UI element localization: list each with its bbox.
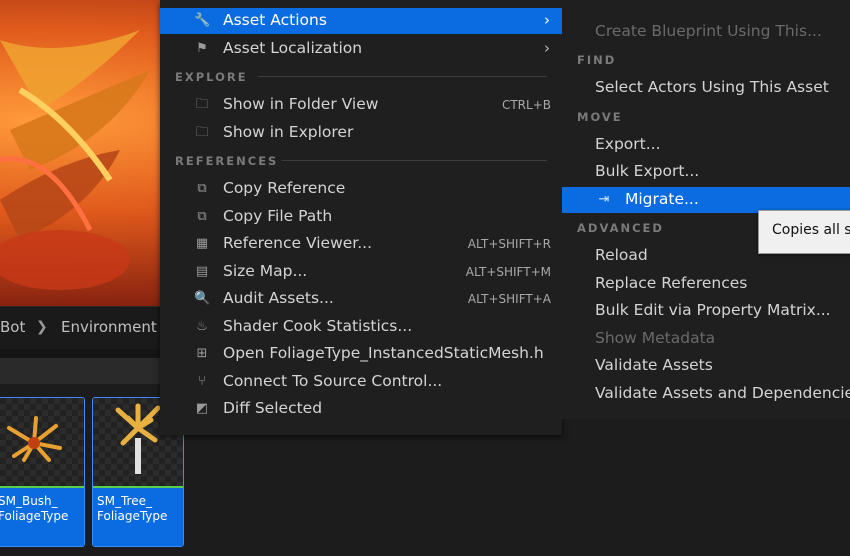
- menu-item-connect-source-control[interactable]: ⑂ Connect To Source Control...: [160, 369, 562, 395]
- menu-item-label: Open FoliageType_InstancedStaticMesh.h: [223, 344, 544, 362]
- cpp-file-icon: ⊞: [196, 346, 208, 361]
- menu-item-label: Show Metadata: [595, 329, 716, 347]
- diff-icon: ◩: [195, 401, 209, 416]
- wrench-icon: 🔧: [194, 13, 211, 28]
- menu-item-asset-localization[interactable]: ⚑ Asset Localization ›: [160, 36, 562, 62]
- chevron-right-icon: ›: [544, 39, 550, 57]
- menu-item-label: Replace References: [595, 274, 748, 292]
- section-header-find: FIND: [577, 53, 617, 67]
- size-map-icon: ▤: [195, 264, 209, 279]
- menu-item-label: Bulk Edit via Property Matrix...: [595, 301, 831, 319]
- menu-item-label: Validate Assets: [595, 356, 713, 374]
- tooltip-text: Copies all s: [772, 222, 850, 238]
- migrate-tooltip: Copies all s: [758, 210, 850, 254]
- menu-item-create-blueprint: Create Blueprint Using This...: [562, 19, 850, 45]
- section-divider: [258, 76, 547, 77]
- copy-icon: ⧉: [197, 209, 207, 224]
- menu-item-label: Reload: [595, 246, 648, 264]
- menu-item-show-in-explorer[interactable]: 🗀 Show in Explorer: [160, 120, 562, 146]
- foliage-preview: [0, 30, 150, 290]
- section-header-references: REFERENCES: [175, 154, 279, 168]
- menu-item-bulk-edit-property-matrix[interactable]: Bulk Edit via Property Matrix...: [562, 298, 850, 324]
- menu-item-label: Migrate...: [625, 190, 699, 208]
- asset-tile-bush[interactable]: SM_Bush_ FoliageType: [0, 397, 85, 547]
- chevron-right-icon: ›: [544, 11, 550, 29]
- menu-item-validate-assets[interactable]: Validate Assets: [562, 353, 850, 379]
- asset-name-line2: FoliageType: [0, 509, 69, 523]
- migrate-icon: ⇥: [598, 192, 610, 207]
- menu-item-label: Connect To Source Control...: [223, 372, 443, 390]
- menu-item-export[interactable]: Export...: [562, 132, 850, 158]
- breadcrumb-segment-bot[interactable]: Bot: [0, 318, 25, 336]
- menu-item-label: Copy File Path: [223, 207, 333, 225]
- context-menu: 🔧 Asset Actions › ⚑ Asset Localization ›…: [160, 0, 562, 435]
- menu-item-label: Copy Reference: [223, 179, 346, 197]
- shortcut-label: ALT+SHIFT+A: [467, 292, 551, 306]
- menu-item-reference-viewer[interactable]: ▦ Reference Viewer... ALT+SHIFT+R: [160, 231, 562, 257]
- shortcut-label: ALT+SHIFT+M: [465, 265, 551, 279]
- menu-item-label: Show in Folder View: [223, 95, 379, 113]
- menu-item-label: Diff Selected: [223, 399, 323, 417]
- asset-label: SM_Bush_ FoliageType: [0, 488, 84, 546]
- menu-item-replace-references[interactable]: Replace References: [562, 271, 850, 297]
- menu-item-label: Bulk Export...: [595, 162, 700, 180]
- menu-item-asset-actions[interactable]: 🔧 Asset Actions ›: [160, 8, 562, 34]
- menu-item-copy-reference[interactable]: ⧉ Copy Reference: [160, 176, 562, 202]
- menu-item-bulk-export[interactable]: Bulk Export...: [562, 159, 850, 185]
- section-divider: [282, 160, 547, 161]
- shortcut-label: ALT+SHIFT+R: [467, 237, 551, 251]
- flag-icon: ⚑: [196, 41, 208, 56]
- menu-item-label: Validate Assets and Dependencie: [595, 384, 850, 402]
- menu-item-label: Show in Explorer: [223, 123, 354, 141]
- steam-bowl-icon: ♨: [196, 319, 208, 334]
- folder-search-icon: 🗀: [195, 97, 209, 112]
- menu-item-label: Audit Assets...: [223, 289, 334, 307]
- chevron-right-icon: ❯: [36, 319, 48, 335]
- menu-item-copy-file-path[interactable]: ⧉ Copy File Path: [160, 204, 562, 230]
- reference-graph-icon: ▦: [195, 236, 209, 251]
- source-control-icon: ⑂: [198, 374, 206, 389]
- menu-item-label: Size Map...: [223, 262, 308, 280]
- asset-name-line1: SM_Bush_: [0, 494, 58, 508]
- menu-item-select-actors[interactable]: Select Actors Using This Asset: [562, 75, 850, 101]
- breadcrumb-segment-environment[interactable]: Environment: [61, 318, 157, 336]
- shortcut-label: CTRL+B: [501, 98, 551, 112]
- menu-item-show-in-folder-view[interactable]: 🗀 Show in Folder View CTRL+B: [160, 92, 562, 118]
- menu-item-label: Create Blueprint Using This...: [595, 22, 822, 40]
- menu-item-label: Reference Viewer...: [223, 234, 373, 252]
- menu-item-audit-assets[interactable]: 🔍 Audit Assets... ALT+SHIFT+A: [160, 286, 562, 312]
- menu-item-label: Asset Actions: [223, 11, 327, 29]
- asset-thumbnail: [0, 398, 84, 486]
- menu-item-shader-cook-statistics[interactable]: ♨ Shader Cook Statistics...: [160, 314, 562, 340]
- menu-item-show-metadata: Show Metadata: [562, 326, 850, 352]
- copy-icon: ⧉: [197, 181, 207, 196]
- menu-item-open-source-file[interactable]: ⊞ Open FoliageType_InstancedStaticMesh.h: [160, 341, 562, 367]
- section-header-explore: EXPLORE: [175, 70, 248, 84]
- asset-name-line1: SM_Tree_: [97, 494, 152, 508]
- menu-item-diff-selected[interactable]: ◩ Diff Selected: [160, 396, 562, 422]
- section-header-move: MOVE: [577, 110, 623, 124]
- section-header-advanced: ADVANCED: [577, 221, 664, 235]
- menu-item-size-map[interactable]: ▤ Size Map... ALT+SHIFT+M: [160, 259, 562, 285]
- menu-item-validate-assets-dependencies[interactable]: Validate Assets and Dependencie: [562, 381, 850, 407]
- audit-search-icon: 🔍: [194, 291, 211, 306]
- asset-label: SM_Tree_ FoliageType: [93, 488, 183, 546]
- menu-item-label: Export...: [595, 135, 661, 153]
- menu-item-label: Shader Cook Statistics...: [223, 317, 413, 335]
- menu-item-label: Select Actors Using This Asset: [595, 78, 829, 96]
- menu-item-label: Asset Localization: [223, 39, 363, 57]
- asset-name-line2: FoliageType: [97, 509, 168, 523]
- folder-search-icon: 🗀: [195, 125, 209, 140]
